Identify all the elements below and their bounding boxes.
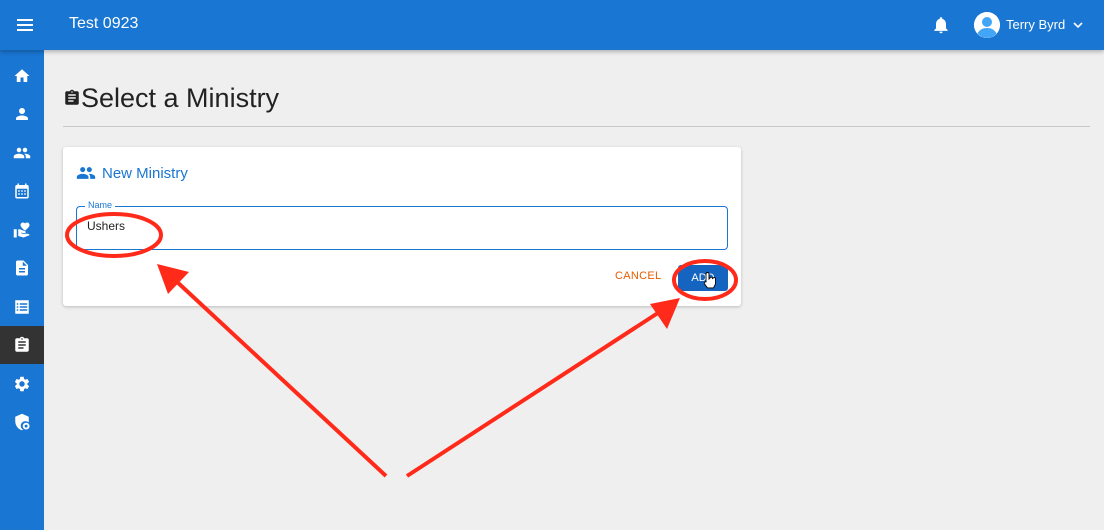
person-icon (16, 108, 28, 120)
donation-heart-icon (13, 222, 30, 238)
card-header: New Ministry (76, 163, 188, 183)
people-icon (76, 167, 96, 179)
new-ministry-card: New Ministry Name CANCEL ADD (63, 147, 741, 306)
sidebar-nav (0, 50, 44, 530)
sidebar-item-person[interactable] (0, 95, 44, 133)
sidebar-item-lists[interactable] (0, 288, 44, 326)
people-icon (13, 147, 31, 159)
clipboard-icon (65, 89, 79, 105)
calendar-icon (15, 183, 29, 199)
name-input[interactable] (87, 219, 707, 233)
annotation-arrow-right (405, 307, 666, 478)
page-title: Select a Ministry (81, 82, 280, 113)
divider (63, 126, 1090, 127)
card-title: New Ministry (102, 164, 188, 182)
name-field[interactable]: Name (76, 200, 728, 250)
sidebar-item-ministries[interactable] (0, 326, 44, 364)
security-shield-icon (15, 413, 30, 431)
page-header: Select a Ministry (63, 82, 279, 114)
avatar[interactable] (974, 12, 1000, 38)
sidebar-item-documents[interactable] (0, 249, 44, 287)
sidebar-item-settings[interactable] (0, 365, 44, 403)
document-icon (16, 260, 28, 276)
app-title: Test 0923 (69, 15, 139, 32)
clipboard-icon (15, 336, 29, 352)
sidebar-item-donations[interactable] (0, 211, 44, 249)
annotation-arrow-left (173, 278, 388, 478)
sidebar-item-calendar[interactable] (0, 172, 44, 210)
name-field-label: Name (85, 200, 116, 210)
bell-icon[interactable] (931, 14, 951, 36)
sidebar-item-people[interactable] (0, 134, 44, 172)
top-app-bar: Test 0923 Terry Byrd (0, 0, 1104, 50)
hamburger-menu-icon[interactable] (14, 14, 36, 36)
add-button[interactable]: ADD (678, 265, 728, 291)
user-name[interactable]: Terry Byrd (1006, 17, 1065, 32)
gear-icon (14, 376, 30, 392)
chevron-down-icon[interactable] (1071, 18, 1085, 32)
sidebar-item-security[interactable] (0, 403, 44, 441)
cancel-button[interactable]: CANCEL (615, 270, 661, 282)
home-icon (14, 69, 30, 82)
sidebar-item-home[interactable] (0, 57, 44, 95)
account-circle-icon (974, 12, 1000, 38)
list-icon (15, 300, 29, 314)
